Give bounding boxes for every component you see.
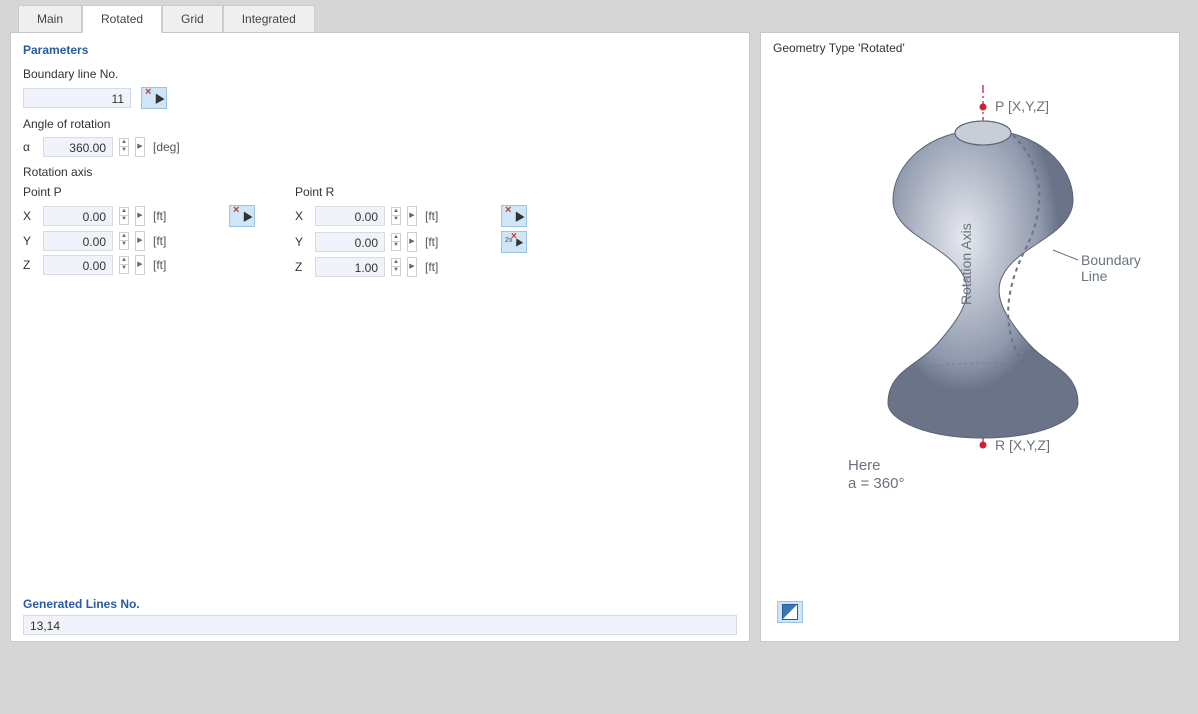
- ry-spinner[interactable]: ▲▼: [391, 232, 401, 252]
- rx-menu-button[interactable]: ▶: [407, 206, 417, 226]
- pz-spinner[interactable]: ▲▼: [119, 255, 129, 275]
- ry-input[interactable]: 0.00: [315, 232, 385, 252]
- px-spinner[interactable]: ▲▼: [119, 206, 129, 226]
- svg-text:Line: Line: [1081, 268, 1108, 284]
- preview-svg: P [X,Y,Z] R [X,Y,Z] Rotation Axis Bounda…: [813, 75, 1173, 505]
- alpha-symbol: α: [23, 140, 37, 154]
- geometry-type-title: Geometry Type 'Rotated': [773, 41, 1167, 55]
- ry-menu-button[interactable]: ▶: [407, 232, 417, 252]
- pz-label: Z: [23, 258, 37, 272]
- generated-lines-input[interactable]: 13,14: [23, 615, 737, 635]
- py-label: Y: [23, 234, 37, 248]
- py-spinner[interactable]: ▲▼: [119, 231, 129, 251]
- py-menu-button[interactable]: ▶: [135, 231, 145, 251]
- rx-input[interactable]: 0.00: [315, 206, 385, 226]
- py-input[interactable]: 0.00: [43, 231, 113, 251]
- pick-two-points-button[interactable]: ×: [501, 231, 527, 253]
- rx-unit: [ft]: [425, 209, 455, 223]
- svg-text:Rotation Axis: Rotation Axis: [958, 223, 974, 305]
- point-p-column: Point P X 0.00 ▲▼ ▶ [ft] Y 0.00 ▲▼ ▶ [ft…: [23, 185, 255, 281]
- py-unit: [ft]: [153, 234, 183, 248]
- parameters-title: Parameters: [23, 43, 737, 57]
- pz-menu-button[interactable]: ▶: [135, 255, 145, 275]
- svg-text:Boundary: Boundary: [1081, 252, 1141, 268]
- tab-grid[interactable]: Grid: [162, 5, 223, 33]
- svg-text:R [X,Y,Z]: R [X,Y,Z]: [995, 437, 1050, 453]
- tab-main[interactable]: Main: [18, 5, 82, 33]
- svg-text:a = 360°: a = 360°: [848, 475, 904, 492]
- pick-point-p-button[interactable]: [229, 205, 255, 227]
- svg-text:α: α: [991, 394, 1000, 411]
- alpha-menu-button[interactable]: ▶: [135, 137, 145, 157]
- tab-rotated[interactable]: Rotated: [82, 5, 162, 33]
- tab-bar: Main Rotated Grid Integrated: [0, 0, 1198, 33]
- rz-menu-button[interactable]: ▶: [407, 257, 417, 277]
- parameters-panel: Parameters Boundary line No. 11 Angle of…: [10, 32, 750, 642]
- rotation-axis-label: Rotation axis: [23, 165, 737, 179]
- rx-label: X: [295, 209, 309, 223]
- pz-input[interactable]: 0.00: [43, 255, 113, 275]
- two-point-pick-icon: ×: [506, 235, 522, 249]
- generated-lines-section: Generated Lines No. 13,14: [23, 597, 749, 635]
- ry-label: Y: [295, 235, 309, 249]
- rotated-geometry-preview: P [X,Y,Z] R [X,Y,Z] Rotation Axis Bounda…: [773, 65, 1167, 595]
- point-r-column: Point R X 0.00 ▲▼ ▶ [ft] Y 0.00 ▲▼ ▶ [ft…: [295, 185, 527, 281]
- ry-unit: [ft]: [425, 235, 455, 249]
- rz-input[interactable]: 1.00: [315, 257, 385, 277]
- point-p-label: Point P: [23, 185, 255, 199]
- px-label: X: [23, 209, 37, 223]
- cursor-pick-icon: [235, 209, 249, 223]
- pz-unit: [ft]: [153, 258, 183, 272]
- angle-rotation-label: Angle of rotation: [23, 117, 737, 131]
- px-menu-button[interactable]: ▶: [135, 206, 145, 226]
- rz-unit: [ft]: [425, 260, 455, 274]
- tab-integrated[interactable]: Integrated: [223, 5, 315, 33]
- generated-lines-title: Generated Lines No.: [23, 597, 749, 611]
- svg-text:Here: Here: [848, 457, 881, 474]
- alpha-spinner[interactable]: ▲▼: [119, 137, 129, 157]
- rz-label: Z: [295, 260, 309, 274]
- boundary-line-label: Boundary line No.: [23, 67, 737, 81]
- rx-spinner[interactable]: ▲▼: [391, 206, 401, 226]
- cursor-pick-icon: [147, 91, 161, 105]
- px-unit: [ft]: [153, 209, 183, 223]
- alpha-unit: [deg]: [153, 140, 183, 154]
- pick-point-r-button[interactable]: [501, 205, 527, 227]
- geometry-preview-panel: Geometry Type 'Rotated': [760, 32, 1180, 642]
- px-input[interactable]: 0.00: [43, 206, 113, 226]
- cursor-pick-icon: [507, 209, 521, 223]
- boundary-line-input[interactable]: 11: [23, 88, 131, 108]
- rz-spinner[interactable]: ▲▼: [391, 257, 401, 277]
- svg-text:P [X,Y,Z]: P [X,Y,Z]: [995, 98, 1049, 114]
- point-r-label: Point R: [295, 185, 527, 199]
- pick-boundary-button[interactable]: [141, 87, 167, 109]
- expand-icon: [782, 604, 798, 620]
- alpha-input[interactable]: 360.00: [43, 137, 113, 157]
- expand-preview-button[interactable]: [777, 601, 803, 623]
